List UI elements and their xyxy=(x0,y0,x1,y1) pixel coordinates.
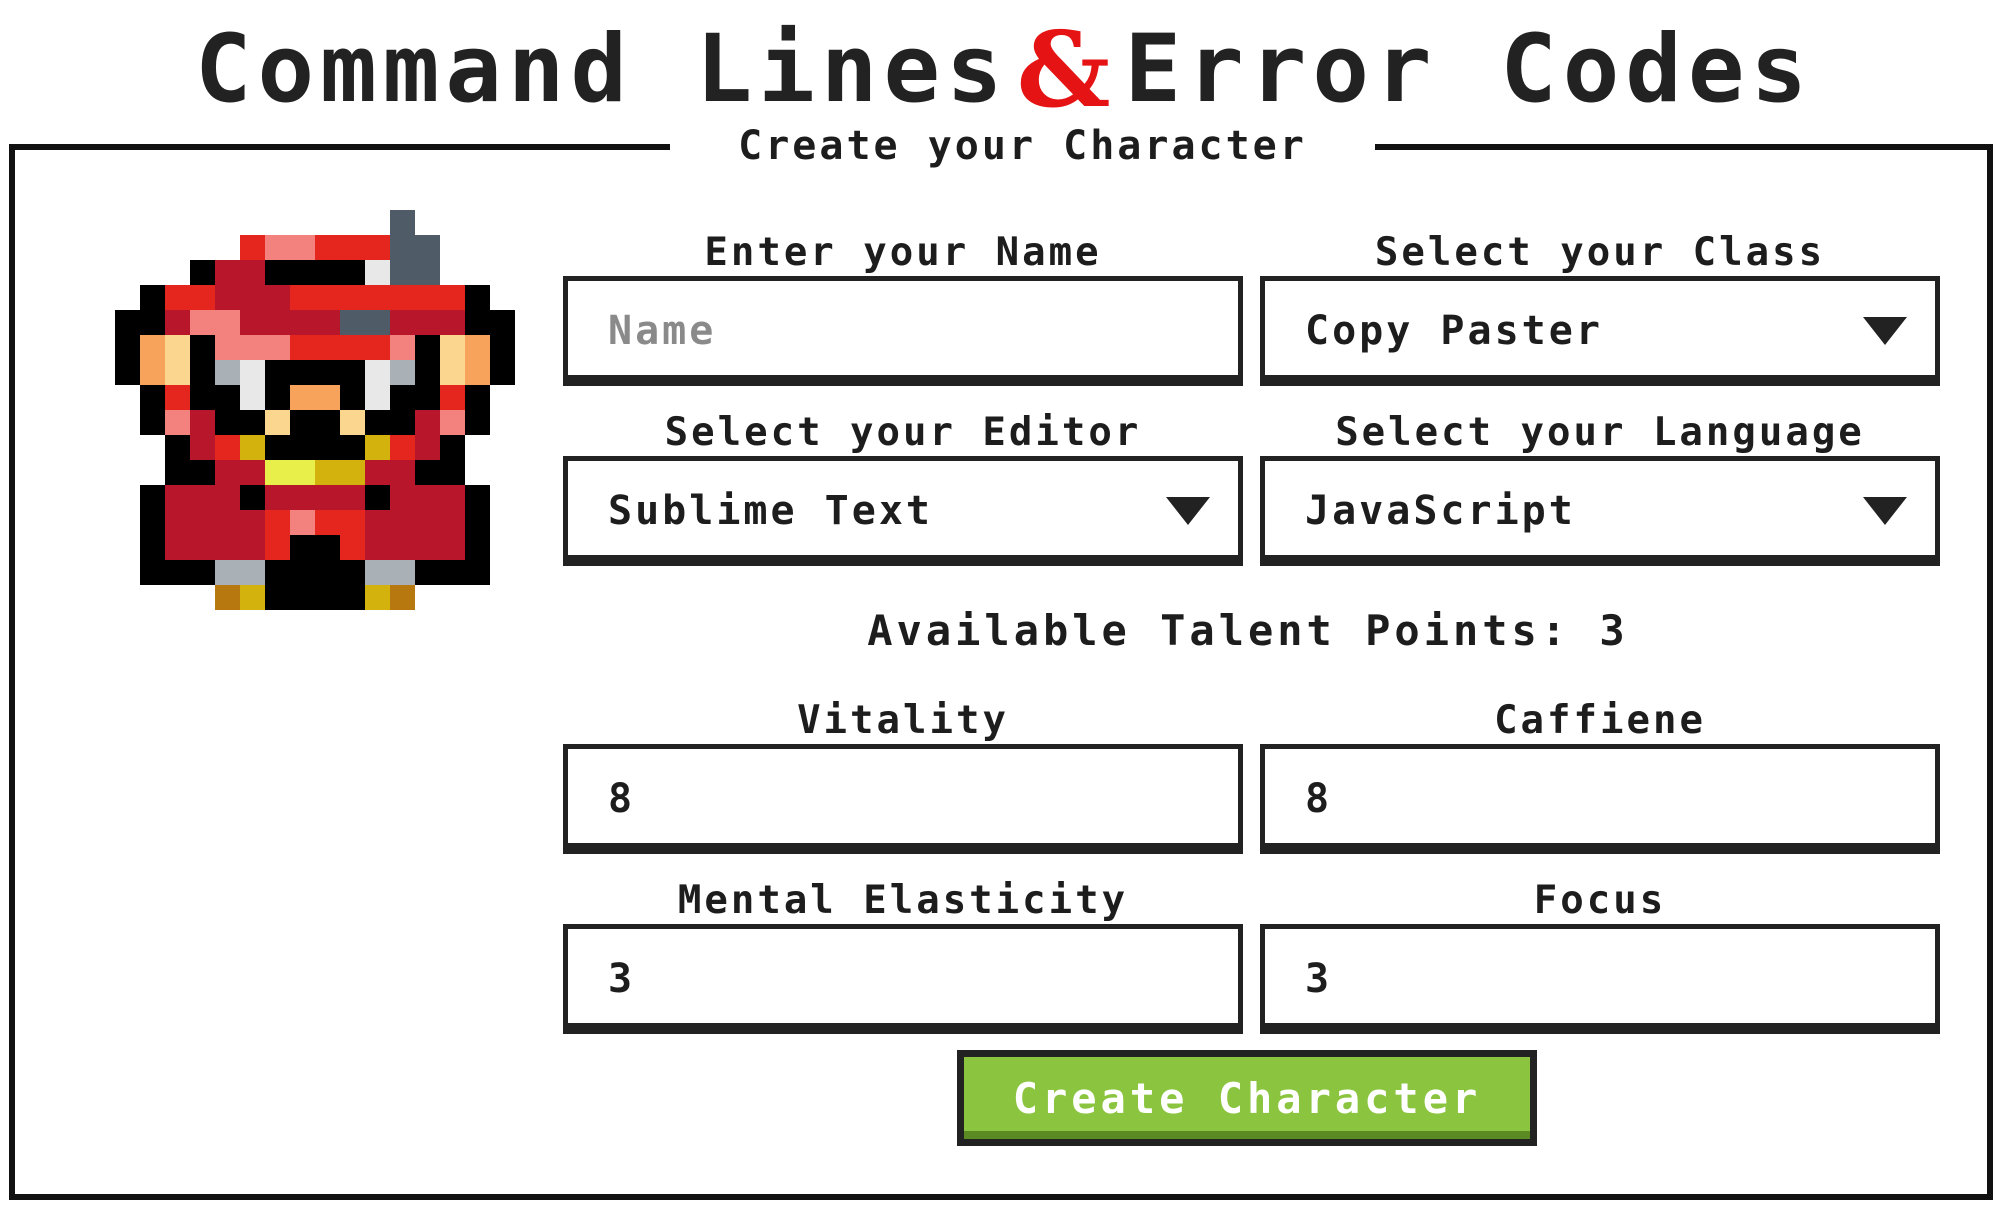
mental-elasticity-label: Mental Elasticity xyxy=(677,878,1129,923)
class-value: Copy Paster xyxy=(1305,308,1603,354)
chevron-down-icon xyxy=(1863,497,1907,525)
caffeine-label: Caffiene xyxy=(1494,698,1706,743)
vitality-label: Vitality xyxy=(797,698,1009,743)
class-label: Select your Class xyxy=(1374,230,1826,275)
name-input[interactable]: Name xyxy=(563,276,1243,386)
title-right: Error Codes xyxy=(1124,14,1814,124)
chevron-down-icon xyxy=(1863,317,1907,345)
panel-legend: Create your Character xyxy=(670,118,1375,174)
talent-points-counter: Available Talent Points: 3 xyxy=(867,606,1629,655)
language-select[interactable]: JavaScript xyxy=(1260,456,1940,566)
create-character-button[interactable]: Create Character xyxy=(957,1050,1537,1146)
pixel-warrior-avatar-icon xyxy=(115,210,515,610)
class-select[interactable]: Copy Paster xyxy=(1260,276,1940,386)
app-title: Command Lines & Error Codes xyxy=(0,8,2008,131)
editor-label: Select your Editor xyxy=(664,410,1142,455)
caffeine-input[interactable]: 8 xyxy=(1260,744,1940,854)
focus-input[interactable]: 3 xyxy=(1260,924,1940,1034)
editor-value: Sublime Text xyxy=(608,488,933,534)
focus-label: Focus xyxy=(1533,878,1667,923)
vitality-value: 8 xyxy=(608,776,636,822)
character-form-panel: Create your Character Enter your Name Na… xyxy=(9,118,1993,1200)
mental-elasticity-value: 3 xyxy=(608,956,636,1002)
language-value: JavaScript xyxy=(1305,488,1576,534)
chevron-down-icon xyxy=(1166,497,1210,525)
caffeine-value: 8 xyxy=(1305,776,1333,822)
name-label: Enter your Name xyxy=(704,230,1102,275)
language-label: Select your Language xyxy=(1335,410,1865,455)
dragon-ampersand-logo-icon: & xyxy=(1016,7,1117,131)
vitality-input[interactable]: 8 xyxy=(563,744,1243,854)
focus-value: 3 xyxy=(1305,956,1333,1002)
name-placeholder: Name xyxy=(608,308,717,354)
title-left: Command Lines xyxy=(194,14,1009,124)
mental-elasticity-input[interactable]: 3 xyxy=(563,924,1243,1034)
editor-select[interactable]: Sublime Text xyxy=(563,456,1243,566)
